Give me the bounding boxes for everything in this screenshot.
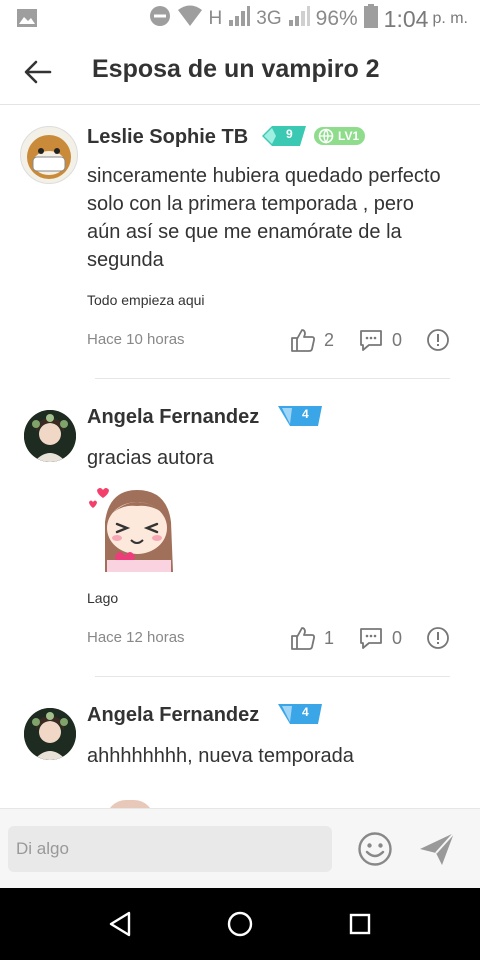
comment-time: Hace 12 horas <box>87 629 185 646</box>
comment-item: Leslie Sophie TB 9 LV1 sinceramente hubi… <box>0 104 480 380</box>
comment-author[interactable]: Angela Fernandez <box>87 704 259 727</box>
comment-composer <box>0 808 480 889</box>
signal-weak-icon <box>288 6 310 32</box>
like-count: 2 <box>323 329 334 350</box>
comment-bubble-icon <box>360 330 382 351</box>
signal-icon <box>228 6 251 32</box>
system-nav-bar <box>0 888 480 960</box>
comment-author[interactable]: Leslie Sophie TB <box>87 126 248 149</box>
globe-icon <box>318 128 334 144</box>
clock-time: 1:04 <box>383 5 429 32</box>
sticker-image <box>106 800 154 808</box>
comment-input[interactable] <box>8 826 332 872</box>
nav-recents-button[interactable] <box>346 910 374 938</box>
comment-subtitle[interactable]: Lago <box>87 590 118 606</box>
comment-bubble-icon <box>360 628 382 649</box>
sticker-image <box>87 482 177 572</box>
report-button[interactable] <box>426 328 450 352</box>
level-badge-label: LV1 <box>338 129 360 143</box>
send-icon <box>420 832 455 865</box>
avatar[interactable] <box>24 410 76 462</box>
reply-button[interactable]: 0 <box>358 626 402 650</box>
wifi-icon <box>177 5 203 33</box>
battery-percent: 96% <box>315 7 358 30</box>
comment-text: ahhhhhhhh, nueva temporada <box>87 745 354 767</box>
clock-ampm: p. m. <box>432 10 468 27</box>
circle-home-icon <box>227 911 253 937</box>
send-button[interactable] <box>418 831 456 867</box>
comment-author[interactable]: Angela Fernandez <box>87 406 259 429</box>
comment-time: Hace 10 horas <box>87 331 185 348</box>
thumbs-up-icon <box>291 627 315 650</box>
comment-subtitle[interactable]: Todo empieza aqui <box>87 292 205 308</box>
avatar[interactable] <box>20 126 78 184</box>
level-badge: LV1 <box>314 127 366 145</box>
alert-circle-icon <box>427 627 449 649</box>
comment-item: Angela Fernandez 4 gracias autora Lago H… <box>0 380 480 676</box>
comment-text: gracias autora <box>87 447 214 469</box>
thumbs-up-icon <box>291 329 315 352</box>
square-recents-icon <box>349 913 371 935</box>
smiley-icon <box>358 832 392 866</box>
back-button[interactable] <box>20 54 56 90</box>
arrow-left-icon <box>24 60 52 84</box>
alert-circle-icon <box>427 329 449 351</box>
emoji-button[interactable] <box>357 831 393 867</box>
nav-back-button[interactable] <box>107 910 135 938</box>
reply-button[interactable]: 0 <box>358 328 402 352</box>
rank-badge-label: 9 <box>286 127 293 141</box>
like-button[interactable]: 1 <box>290 626 334 650</box>
divider <box>95 676 450 677</box>
like-count: 1 <box>323 627 334 648</box>
comment-text: sinceramente hubiera quedado perfecto so… <box>87 165 441 271</box>
network-h-label: H <box>208 8 223 29</box>
report-button[interactable] <box>426 626 450 650</box>
rank-badge: 4 <box>278 704 322 724</box>
status-bar: H 3G 96% 1:04 p. m. <box>0 0 480 40</box>
dnd-icon <box>149 5 171 33</box>
comment-item: Angela Fernandez 4 ahhhhhhhh, nueva temp… <box>0 678 480 808</box>
nav-home-button[interactable] <box>226 910 254 938</box>
rank-badge-label: 4 <box>302 407 309 421</box>
rank-badge: 9 <box>262 126 306 146</box>
reply-count: 0 <box>391 329 402 350</box>
image-icon <box>16 8 38 34</box>
avatar[interactable] <box>24 708 76 760</box>
rank-badge-label: 4 <box>302 705 309 719</box>
divider <box>95 378 450 379</box>
app-header: Esposa de un vampiro 2 <box>0 40 480 105</box>
rank-badge: 4 <box>278 406 322 426</box>
network-3g-label: 3G <box>256 8 282 29</box>
reply-count: 0 <box>391 627 402 648</box>
page-title: Esposa de un vampiro 2 <box>92 55 380 83</box>
triangle-back-icon <box>109 911 131 937</box>
like-button[interactable]: 2 <box>290 328 334 352</box>
battery-icon <box>363 4 378 34</box>
